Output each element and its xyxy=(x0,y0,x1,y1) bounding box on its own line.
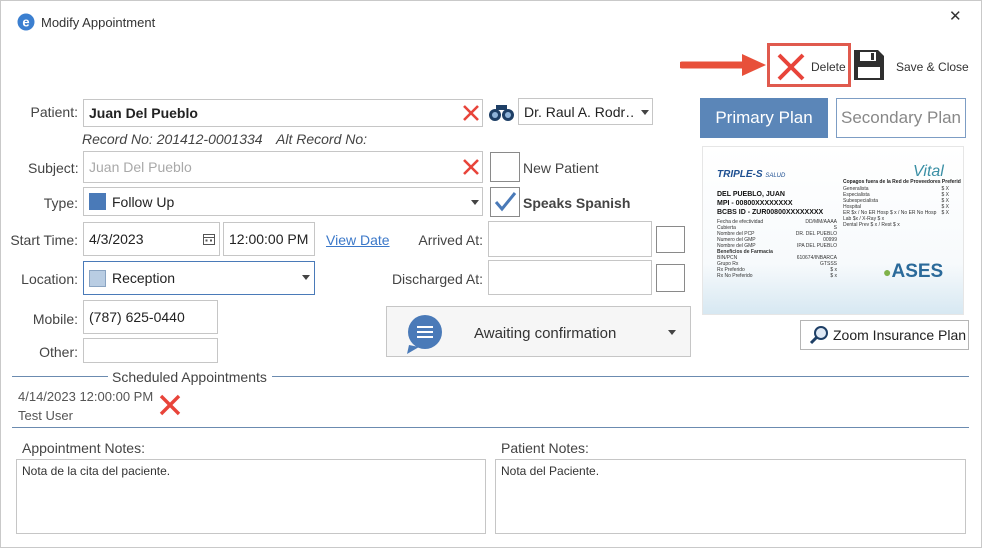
save-icon[interactable] xyxy=(853,49,885,81)
status-select[interactable]: Awaiting confirmation xyxy=(386,306,691,357)
clear-subject-icon[interactable] xyxy=(461,157,481,177)
patient-notes-label: Patient Notes: xyxy=(501,440,589,456)
scheduled-title: Scheduled Appointments xyxy=(112,369,267,385)
discharged-at-field[interactable] xyxy=(488,260,652,295)
chevron-down-icon xyxy=(641,110,649,115)
remove-appointment-icon[interactable] xyxy=(157,392,183,418)
secondary-plan-tab[interactable]: Secondary Plan xyxy=(836,98,966,138)
subject-placeholder: Juan Del Pueblo xyxy=(89,159,192,175)
discharged-at-label: Discharged At: xyxy=(391,271,483,287)
card-copay-title: Copagos fuera de la Red de Proveedores P… xyxy=(843,179,961,185)
mobile-value: (787) 625-0440 xyxy=(89,309,185,325)
discharged-checkbox[interactable] xyxy=(656,264,685,292)
primary-plan-label: Primary Plan xyxy=(715,108,813,127)
delete-label: Delete xyxy=(811,60,846,74)
scheduled-item-datetime: 4/14/2023 12:00:00 PM xyxy=(18,389,154,404)
location-label: Location: xyxy=(21,271,78,287)
alt-record-no: Alt Record No: xyxy=(276,131,368,147)
save-close-button[interactable]: Save & Close xyxy=(896,60,969,74)
chevron-down-icon xyxy=(471,200,479,205)
zoom-insurance-button[interactable]: Zoom Insurance Plan xyxy=(800,320,969,350)
record-no: Record No: 201412-0001334 xyxy=(82,131,263,147)
patient-label: Patient: xyxy=(30,104,78,120)
patient-notes-value: Nota del Paciente. xyxy=(501,464,600,478)
other-label: Other: xyxy=(39,344,78,360)
appointment-notes-label: Appointment Notes: xyxy=(22,440,145,456)
card-right-rows: Generalista $ X Especialista $ X Subespecial… xyxy=(843,186,949,228)
arrived-checkbox[interactable] xyxy=(656,226,685,253)
window-title: Modify Appointment xyxy=(41,15,156,30)
zoom-insurance-label: Zoom Insurance Plan xyxy=(833,327,967,343)
card-left-rows: Fecha de efectividad DD/MM/AAAA Cubierta S N… xyxy=(717,219,837,279)
speaks-spanish-checkbox[interactable] xyxy=(490,187,520,217)
type-value: Follow Up xyxy=(112,193,175,210)
binoculars-icon[interactable] xyxy=(488,102,515,122)
arrived-at-label: Arrived At: xyxy=(418,232,483,248)
doctor-select[interactable]: Dr. Raul A. Rodr… xyxy=(518,98,653,125)
insurance-card-image: TRIPLE-S SALUD Vital DEL PUEBLO, JUAN MP… xyxy=(702,146,964,315)
view-date-link[interactable]: View Date xyxy=(326,232,390,248)
type-select[interactable]: Follow Up xyxy=(83,187,483,216)
type-color-swatch xyxy=(89,193,106,210)
card-row: Rx No Preferido $ x xyxy=(717,273,837,279)
chat-bubble-icon xyxy=(407,315,442,354)
patient-notes-field[interactable]: Nota del Paciente. xyxy=(495,459,966,534)
patient-field[interactable]: Juan Del Pueblo xyxy=(83,99,483,127)
type-label: Type: xyxy=(43,195,78,211)
doctor-value: Dr. Raul A. Rodr… xyxy=(524,103,634,120)
status-value: Awaiting confirmation xyxy=(474,325,617,342)
appointment-notes-value: Nota de la cita del paciente. xyxy=(22,464,171,478)
scheduled-divider-right xyxy=(272,376,969,377)
start-date-value: 4/3/2023 xyxy=(89,231,144,247)
close-window-button[interactable]: ✕ xyxy=(949,7,962,25)
subject-label: Subject: xyxy=(28,160,79,176)
chevron-down-icon xyxy=(668,330,676,335)
calendar-icon[interactable] xyxy=(203,233,215,245)
clear-patient-icon[interactable] xyxy=(461,103,481,123)
start-time-label: Start Time: xyxy=(10,232,78,248)
card-row: Dental Prev $ x / Rest $ x xyxy=(843,222,900,228)
start-date-field[interactable]: 4/3/2023 xyxy=(83,222,220,256)
new-patient-label: New Patient xyxy=(523,160,599,176)
start-time-value: 12:00:00 PM xyxy=(229,231,309,247)
patient-value: Juan Del Pueblo xyxy=(89,105,198,121)
scheduled-divider-left xyxy=(12,376,108,377)
delete-arrow-icon xyxy=(678,53,768,77)
svg-text:e: e xyxy=(22,15,29,30)
other-field[interactable] xyxy=(83,338,218,363)
new-patient-checkbox[interactable] xyxy=(490,152,520,182)
mobile-label: Mobile: xyxy=(32,311,78,327)
scheduled-item-user: Test User xyxy=(18,408,73,423)
card-member-name: DEL PUEBLO, JUAN xyxy=(717,191,785,198)
delete-x-icon xyxy=(777,53,805,81)
start-time-field[interactable]: 12:00:00 PM xyxy=(223,222,315,256)
subject-field[interactable]: Juan Del Pueblo xyxy=(83,151,483,183)
ases-logo: ●ASES xyxy=(883,261,944,282)
secondary-plan-label: Secondary Plan xyxy=(840,108,962,127)
checkmark-icon xyxy=(494,192,517,212)
location-value: Reception xyxy=(112,270,176,286)
notes-divider xyxy=(12,427,969,428)
location-select[interactable]: Reception xyxy=(83,261,315,295)
speaks-spanish-label: Speaks Spanish xyxy=(523,195,631,211)
card-bcbs: BCBS ID - ZUR00800XXXXXXXX xyxy=(717,209,824,216)
primary-plan-tab[interactable]: Primary Plan xyxy=(700,98,828,138)
app-logo-icon: e xyxy=(17,13,35,31)
appointment-notes-field[interactable]: Nota de la cita del paciente. xyxy=(16,459,486,534)
magnifier-icon xyxy=(809,326,828,345)
card-mpi: MPI - 00800XXXXXXXX xyxy=(717,200,793,207)
location-color-swatch xyxy=(89,269,106,287)
triple-s-logo: TRIPLE-S SALUD xyxy=(717,169,786,180)
mobile-field[interactable]: (787) 625-0440 xyxy=(83,300,218,334)
delete-button[interactable]: Delete xyxy=(767,43,851,87)
chevron-down-icon xyxy=(302,275,310,280)
arrived-at-field[interactable] xyxy=(488,221,652,257)
